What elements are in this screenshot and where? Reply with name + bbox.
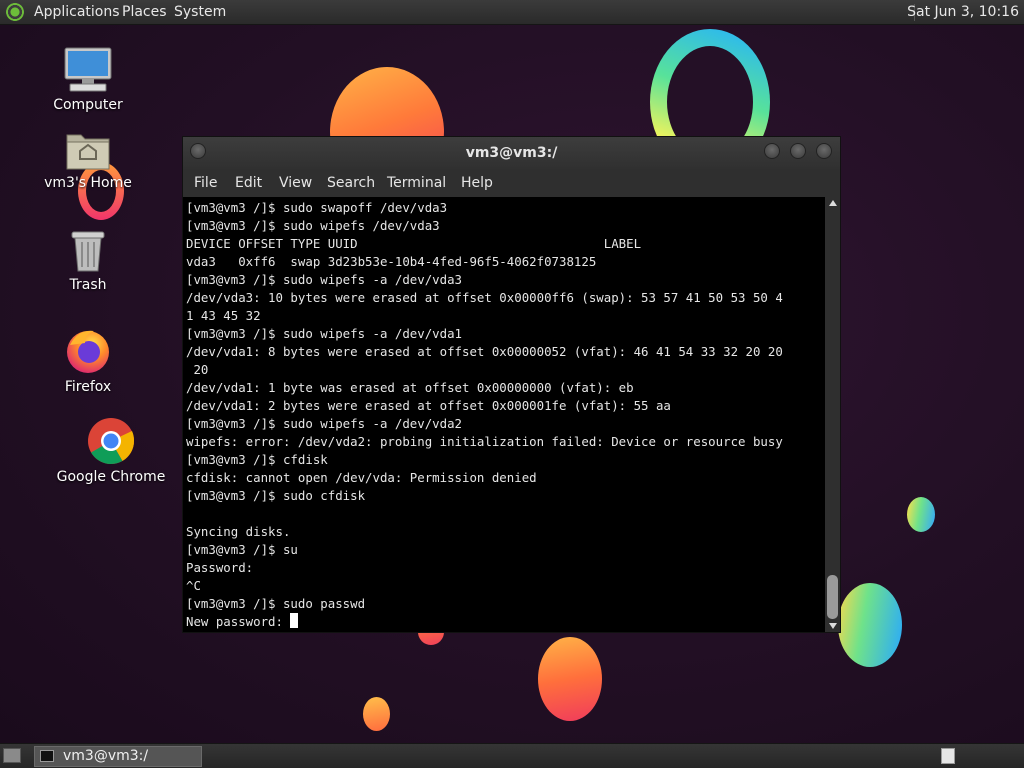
desktop-icon-label: vm3's Home: [44, 175, 132, 191]
terminal-text: [vm3@vm3 /]$ sudo swapoff /dev/vda3 [vm3…: [186, 199, 783, 631]
terminal-prompt: New password:: [186, 614, 291, 629]
bottom-panel: vm3@vm3:/: [0, 743, 1024, 768]
applications-menu[interactable]: Applications: [34, 4, 120, 20]
desktop-icon-label: Trash: [69, 277, 107, 293]
wallpaper-blob: [538, 637, 602, 721]
computer-icon: [62, 47, 114, 93]
desktop-icon-computer[interactable]: Computer: [33, 47, 143, 113]
system-menu[interactable]: System: [174, 4, 226, 20]
desktop-icon-firefox[interactable]: Firefox: [33, 327, 143, 395]
desktop-icon-label: Firefox: [64, 379, 112, 395]
menu-terminal[interactable]: Terminal: [387, 175, 446, 191]
text-cursor: [290, 613, 299, 628]
terminal-window[interactable]: vm3@vm3:/ File Edit View Search Terminal…: [182, 136, 841, 633]
menu-search[interactable]: Search: [327, 175, 375, 191]
window-title: vm3@vm3:/: [465, 145, 558, 161]
terminal-lines: [vm3@vm3 /]$ sudo swapoff /dev/vda3 [vm3…: [186, 200, 783, 611]
taskbar-window-label: vm3@vm3:/: [63, 748, 149, 764]
wallpaper-blob: [907, 497, 935, 532]
chrome-icon: [87, 417, 135, 465]
wallpaper-blob: [363, 697, 390, 731]
maximize-button[interactable]: [790, 143, 806, 159]
top-panel: Applications Places System Sat Jun 3, 10…: [0, 0, 1024, 25]
scrollbar-thumb[interactable]: [827, 575, 838, 619]
scrollbar[interactable]: [825, 197, 840, 632]
scroll-up-arrow-icon[interactable]: [829, 200, 837, 206]
desktop-icon-chrome[interactable]: Google Chrome: [56, 417, 166, 485]
scroll-down-arrow-icon[interactable]: [829, 623, 837, 629]
desktop-icon-trash[interactable]: Trash: [33, 229, 143, 293]
menu-file[interactable]: File: [194, 175, 217, 191]
trash-icon: [69, 229, 107, 273]
workspace-switcher[interactable]: [941, 748, 955, 764]
home-folder-icon: [65, 129, 111, 171]
clock[interactable]: Sat Jun 3, 10:16: [907, 4, 1019, 20]
places-menu[interactable]: Places: [122, 4, 167, 20]
desktop-icon-label: Google Chrome: [56, 469, 166, 485]
minimize-button[interactable]: [764, 143, 780, 159]
menu-edit[interactable]: Edit: [235, 175, 262, 191]
firefox-icon: [64, 327, 112, 375]
close-button[interactable]: [816, 143, 832, 159]
distro-logo-icon[interactable]: [6, 3, 24, 21]
taskbar-window-button[interactable]: vm3@vm3:/: [34, 746, 202, 767]
terminal-icon: [40, 750, 54, 762]
desktop-icon-label: Computer: [53, 97, 123, 113]
window-titlebar[interactable]: vm3@vm3:/: [183, 137, 840, 169]
show-desktop-icon[interactable]: [3, 748, 21, 763]
terminal-menubar: File Edit View Search Terminal Help: [183, 169, 840, 197]
menu-view[interactable]: View: [279, 175, 312, 191]
wallpaper-blob: [838, 583, 902, 667]
desktop-icon-home[interactable]: vm3's Home: [33, 129, 143, 191]
terminal-output[interactable]: [vm3@vm3 /]$ sudo swapoff /dev/vda3 [vm3…: [183, 197, 825, 632]
menu-help[interactable]: Help: [461, 175, 493, 191]
